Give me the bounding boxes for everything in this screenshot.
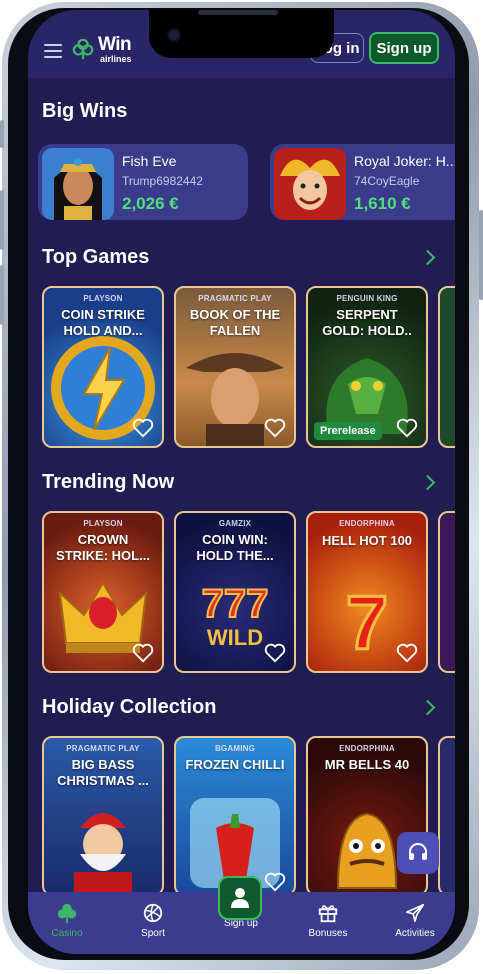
logo-text: Win	[98, 34, 132, 55]
santa-fisherman-art-icon	[74, 813, 132, 894]
prerelease-badge: Prerelease	[314, 422, 382, 440]
big-win-card[interactable]: Royal Joker: H... 74CoyEagle 1,610 €	[270, 144, 455, 220]
signup-button[interactable]: Sign up	[369, 32, 439, 64]
clover-icon	[72, 38, 94, 60]
favorite-heart-icon[interactable]	[264, 872, 286, 892]
game-card-partial[interactable]	[438, 286, 455, 448]
nav-label: Sport	[141, 928, 165, 939]
game-title: CROWN STRIKE: HOL...	[56, 532, 150, 563]
nav-label: Casino	[51, 928, 83, 939]
win-amount: 2,026 €	[122, 194, 179, 213]
game-card[interactable]: 7 HELL HOT 100 ENDORPHINA	[306, 511, 428, 673]
game-provider: PRAGMATIC PLAY	[198, 294, 272, 303]
game-thumbnail	[274, 148, 346, 220]
game-provider: ENDORPHINA	[339, 519, 395, 528]
phone-volume-up	[0, 190, 4, 250]
cleopatra-art-icon	[42, 148, 114, 220]
game-card[interactable]: PRAGMATIC PLAY BIG BASS CHRISTMAS ...	[42, 736, 164, 896]
game-thumbnail	[42, 148, 114, 220]
win-username: 74CoyEagle	[354, 174, 420, 188]
game-provider: GAMZIX	[218, 519, 252, 528]
gift-icon	[318, 905, 338, 923]
top-games-title: Top Games	[42, 246, 150, 268]
hamburger-menu-icon[interactable]	[44, 44, 62, 58]
nav-label: Bonuses	[308, 928, 348, 939]
nav-item-casino[interactable]: Casino	[32, 902, 102, 939]
game-title: BOOK OF THE FALLEN	[189, 307, 281, 338]
game-card[interactable]: 777 WILD GAMZIX COIN WIN: HOLD THE...	[174, 511, 296, 673]
svg-text:WILD: WILD	[207, 625, 263, 650]
game-title: COIN WIN: HOLD THE...	[196, 532, 274, 563]
game-provider: PRAGMATIC PLAY	[66, 744, 140, 753]
holiday-collection-title: Holiday Collection	[42, 696, 217, 718]
nav-item-sport[interactable]: Sport	[118, 902, 188, 939]
game-provider: PLAYSON	[83, 519, 123, 528]
game-card[interactable]: PLAYSON CROWN STRIKE: HOL...	[42, 511, 164, 673]
win-game-name: Royal Joker: H...	[354, 153, 455, 169]
support-chat-button[interactable]	[397, 832, 439, 874]
headset-icon	[409, 843, 427, 860]
svg-text:777: 777	[202, 582, 269, 626]
game-title: SERPENT GOLD: HOLD..	[322, 307, 412, 338]
trending-now-title: Trending Now	[42, 471, 175, 493]
favorite-heart-icon[interactable]	[132, 643, 154, 663]
user-icon	[231, 888, 249, 908]
favorite-heart-icon[interactable]	[264, 418, 286, 438]
game-title: HELL HOT 100	[321, 533, 413, 548]
phone-volume-down	[0, 265, 4, 325]
screen: Win airlines Log in Sign up Big Wins Fis…	[28, 10, 455, 954]
game-card-partial[interactable]	[438, 511, 455, 673]
game-card[interactable]: PRAGMATIC PLAY BOOK OF THE FALLEN	[174, 286, 296, 448]
phone-mute-switch	[0, 120, 4, 148]
speaker-grille	[198, 10, 278, 15]
notch	[149, 10, 334, 58]
win-game-name: Fish Eve	[122, 153, 177, 169]
big-win-card[interactable]: Fish Eve Trump6982442 2,026 €	[38, 144, 248, 220]
airplane-icon	[405, 903, 425, 923]
game-title: COIN STRIKE HOLD AND...	[61, 307, 145, 338]
favorite-heart-icon[interactable]	[264, 643, 286, 663]
game-card[interactable]: PENGUIN KING SERPENT GOLD: HOLD.. Prerel…	[306, 286, 428, 448]
game-title: FROZEN CHILLI	[185, 757, 285, 772]
brand-logo[interactable]: Win airlines	[72, 32, 152, 64]
game-card[interactable]: BGAMING FROZEN CHILLI	[174, 736, 296, 896]
phone-power-button	[479, 210, 483, 300]
signup-nav-button[interactable]	[218, 876, 262, 920]
nav-item-bonuses[interactable]: Bonuses	[293, 902, 363, 939]
logo-subtext: airlines	[100, 54, 132, 64]
win-username: Trump6982442	[122, 174, 203, 188]
joker-art-icon	[274, 148, 346, 220]
game-provider: BGAMING	[214, 744, 256, 753]
game-provider: ENDORPHINA	[339, 744, 395, 753]
chevron-right-icon[interactable]	[419, 249, 436, 266]
big-wins-title: Big Wins	[42, 100, 128, 122]
game-provider: PLAYSON	[83, 294, 123, 303]
camera-icon	[169, 30, 179, 40]
chevron-right-icon[interactable]	[419, 699, 436, 716]
game-card[interactable]: PLAYSON COIN STRIKE HOLD AND...	[42, 286, 164, 448]
favorite-heart-icon[interactable]	[396, 418, 418, 438]
win-amount: 1,610 €	[354, 194, 411, 213]
favorite-heart-icon[interactable]	[396, 643, 418, 663]
svg-text:7: 7	[346, 581, 388, 666]
volleyball-icon	[143, 903, 163, 923]
chevron-right-icon[interactable]	[419, 474, 436, 491]
game-title: BIG BASS CHRISTMAS ...	[57, 757, 149, 788]
game-card-partial[interactable]	[438, 736, 455, 896]
game-provider: PENGUIN KING	[336, 294, 398, 303]
nav-item-activities[interactable]: Activities	[380, 902, 450, 939]
favorite-heart-icon[interactable]	[132, 418, 154, 438]
clover-icon	[57, 903, 77, 924]
game-title: MR BELLS 40	[324, 757, 410, 772]
nav-label: Activities	[395, 928, 435, 939]
